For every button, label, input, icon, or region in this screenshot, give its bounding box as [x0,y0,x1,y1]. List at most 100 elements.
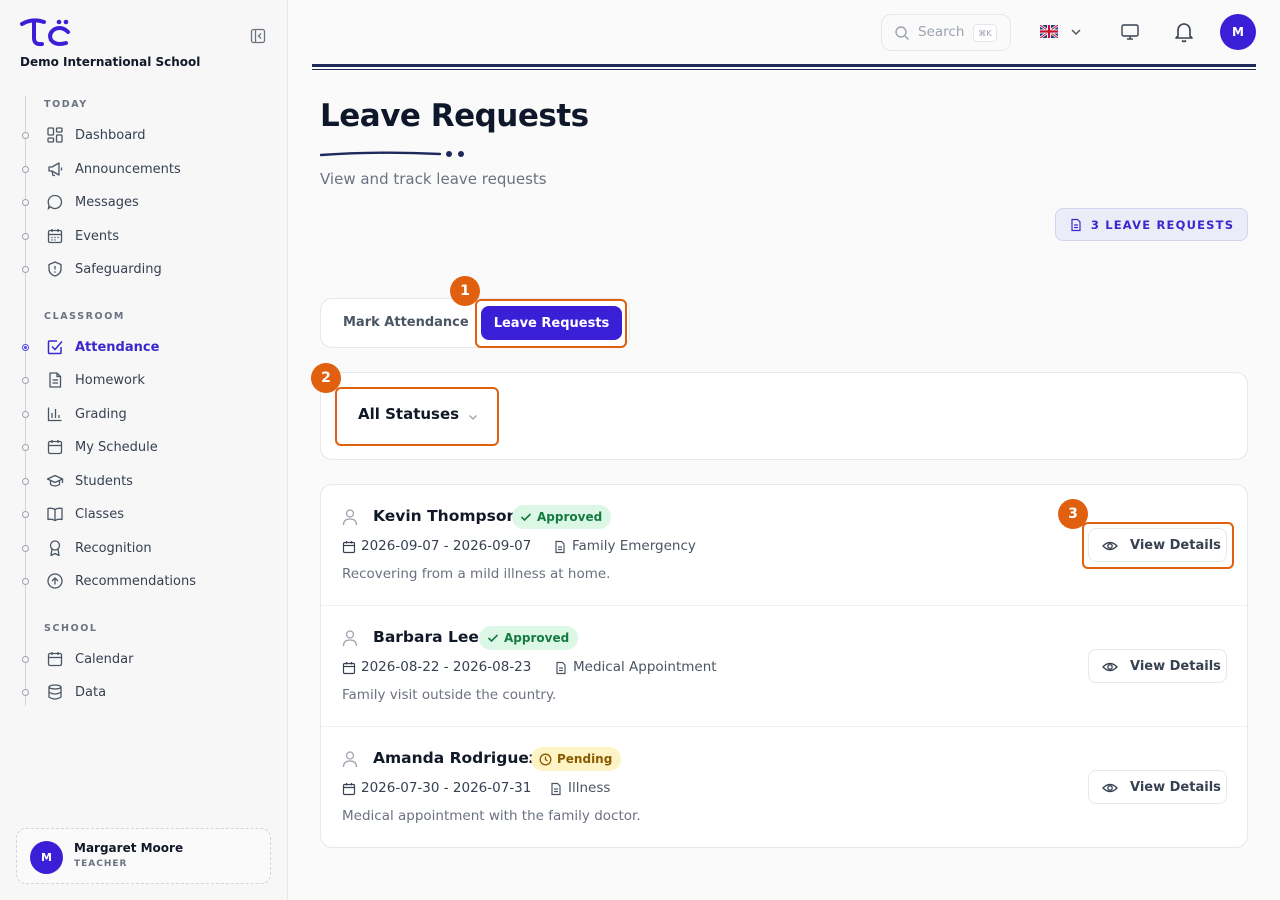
bar-chart-icon [47,407,62,422]
search-placeholder: Search [918,24,965,40]
calendar-icon [47,440,63,455]
book-icon [47,507,63,522]
annotation-highlight-filter [335,387,499,446]
document-icon [49,372,62,388]
clock-icon [539,753,552,765]
sidebar-item-label: Data [75,684,107,700]
list-item: Barbara Lee Approved 2026-08-22 - 2026-0… [321,606,1247,727]
shield-icon [48,261,62,277]
megaphone-icon [48,162,63,177]
view-details-label: View Details [1130,659,1221,674]
view-details-button[interactable]: View Details [1088,770,1227,804]
sidebar-item-label: Grading [75,406,127,422]
header-divider [312,64,1256,70]
search-icon [895,26,909,40]
person-icon [342,751,358,768]
person-icon [342,630,358,647]
status-text: Pending [557,752,613,766]
leave-reason: Family visit outside the country. [342,687,557,703]
annotation-marker: 2 [311,363,341,393]
user-role: TEACHER [74,859,128,869]
view-details-label: View Details [1130,780,1221,795]
user-profile-card[interactable]: M Margaret Moore TEACHER [16,828,271,884]
section-school: SCHOOL [44,623,98,634]
dashboard-icon [47,127,63,143]
graduation-cap-icon [46,474,64,487]
leave-requests-count-badge: 3 LEAVE REQUESTS [1055,208,1248,241]
award-icon [49,540,61,557]
calendar-icon [342,783,356,796]
user-avatar[interactable]: M [1220,14,1256,50]
sidebar-item-events[interactable]: Events [0,221,288,251]
title-underline-decoration [320,151,464,157]
message-icon [47,194,63,211]
arrow-up-circle-icon [47,573,63,589]
bell-icon[interactable] [1172,20,1196,44]
annotation-marker: 3 [1058,499,1088,529]
sidebar-item-label: Attendance [75,339,160,355]
sidebar-item-dashboard[interactable]: Dashboard [0,120,288,150]
document-icon [1071,218,1081,231]
section-today: TODAY [44,99,88,110]
sidebar-item-recognition[interactable]: Recognition [0,533,288,563]
count-badge-text: 3 LEAVE REQUESTS [1090,217,1235,232]
school-logo[interactable] [20,18,74,48]
page-title: Leave Requests [320,98,589,134]
sidebar-item-recommendations[interactable]: Recommendations [0,566,288,596]
calendar-icon [47,652,63,667]
checkbox-icon [47,340,63,355]
sidebar-item-label: Calendar [75,651,134,667]
calendar-icon [47,229,63,244]
tab-mark-attendance[interactable]: Mark Attendance [343,315,469,330]
sidebar-item-label: Events [75,228,120,244]
calendar-icon [342,541,356,554]
list-item: Amanda Rodriguez Pending 2026-07-30 - 20… [321,727,1247,847]
monitor-icon[interactable] [1120,22,1140,42]
shortcut-hint: ⌘K [973,24,997,42]
leave-type: Illness [568,780,611,796]
status-badge: Approved [512,505,612,529]
leave-dates: 2026-08-22 - 2026-08-23 [361,659,532,675]
sidebar-item-grading[interactable]: Grading [0,399,288,429]
search-input[interactable]: Search ⌘K [881,14,1011,51]
leave-reason: Medical appointment with the family doct… [342,808,641,824]
eye-icon [1102,783,1118,793]
sidebar-item-label: My Schedule [75,439,158,455]
sidebar-item-homework[interactable]: Homework [0,365,288,395]
sidebar-item-messages[interactable]: Messages [0,187,288,217]
sidebar-item-label: Safeguarding [75,261,162,277]
sidebar-item-announcements[interactable]: Announcements [0,154,288,184]
document-icon [556,661,566,675]
collapse-sidebar-icon[interactable] [250,28,266,44]
language-selector[interactable] [1040,24,1088,40]
view-details-button[interactable]: View Details [1088,649,1227,683]
sidebar-item-classes[interactable]: Classes [0,499,288,529]
status-text: Approved [504,631,570,645]
chevron-down-icon [1071,29,1081,36]
requester-name: Kevin Thompson [373,507,518,525]
sidebar-item-calendar[interactable]: Calendar [0,644,288,674]
status-badge: Pending [531,747,622,771]
document-icon [555,540,565,554]
annotation-highlight-tab [475,299,627,348]
sidebar-item-label: Messages [75,194,139,210]
sidebar-item-label: Dashboard [75,127,146,143]
leave-type: Family Emergency [572,538,696,554]
sidebar-item-label: Students [75,473,133,489]
sidebar-item-attendance[interactable]: Attendance [0,332,288,362]
sidebar-item-safeguarding[interactable]: Safeguarding [0,254,288,284]
eye-icon [1102,662,1118,672]
database-icon [48,684,62,700]
requester-name: Amanda Rodriguez [373,749,538,767]
leave-dates: 2026-07-30 - 2026-07-31 [361,780,532,796]
person-icon [342,509,358,526]
sidebar-item-data[interactable]: Data [0,677,288,707]
section-classroom: CLASSROOM [44,311,125,322]
annotation-marker: 1 [450,276,480,306]
avatar: M [30,841,63,874]
sidebar-item-my-schedule[interactable]: My Schedule [0,432,288,462]
sidebar-item-students[interactable]: Students [0,466,288,496]
sidebar-item-label: Recommendations [75,573,197,589]
document-icon [551,782,561,796]
sidebar-item-label: Classes [75,506,124,522]
